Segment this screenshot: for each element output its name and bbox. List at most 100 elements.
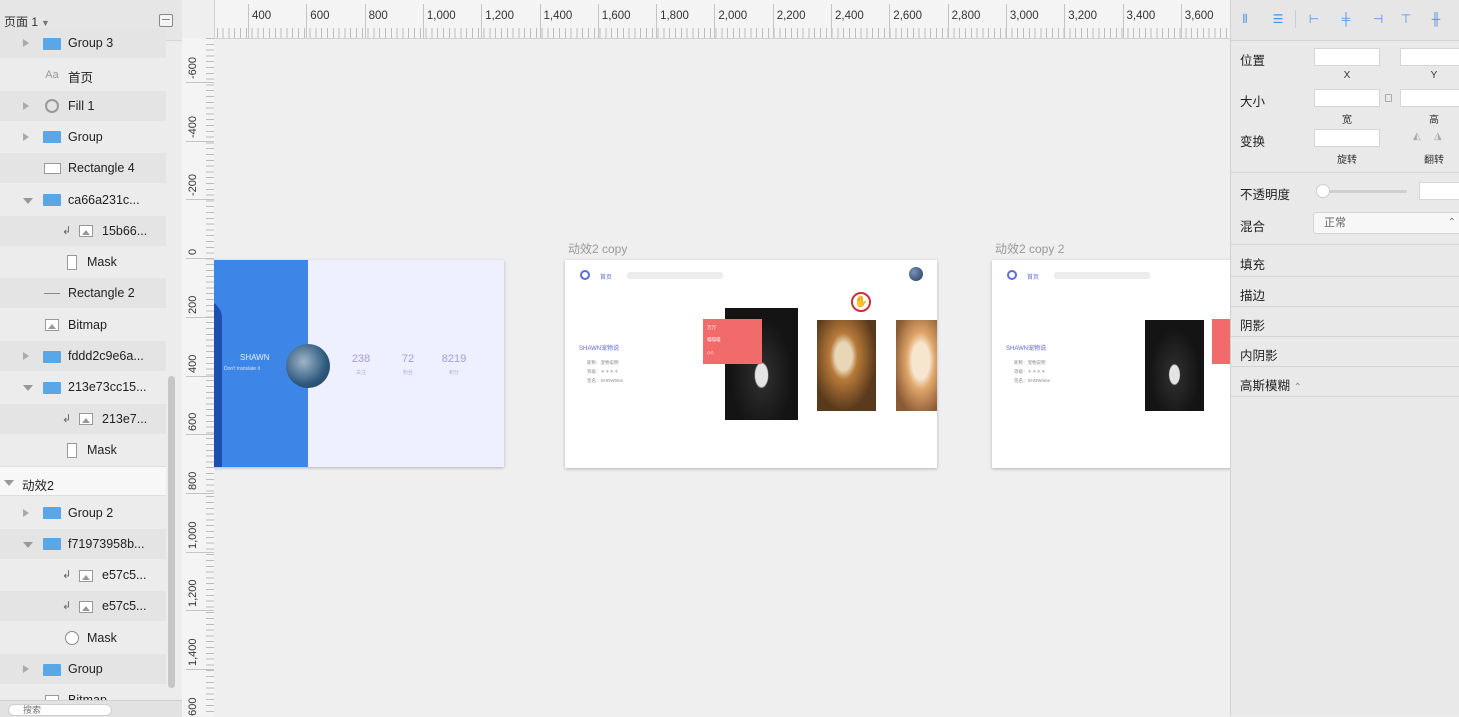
ruler-tick xyxy=(422,4,424,38)
ruler-tick xyxy=(186,669,214,670)
mask-arrow-icon: ↲ xyxy=(62,600,72,613)
artboard-copy-2[interactable]: 首页 SHAWN宠物说 昵称：宠物说明 等级：＊＊＊＊ 签名：SHOWtime xyxy=(992,260,1230,468)
rotate-field[interactable] xyxy=(1314,129,1380,147)
height-label: 高 xyxy=(1429,115,1439,126)
layer-item[interactable]: Rectangle 4 xyxy=(0,153,166,184)
disclosure-expanded-icon[interactable] xyxy=(23,197,33,204)
nav-home: 首页 xyxy=(1027,275,1040,281)
layer-item[interactable]: 213e73cc15... xyxy=(0,372,166,402)
nav-home: 首页 xyxy=(600,275,613,281)
position-label: 位置 xyxy=(1240,54,1266,68)
artboard-title[interactable]: 动效2 copy 2 xyxy=(995,240,1064,257)
layer-name: fddd2c9e6a... xyxy=(68,349,144,363)
ruler-label: 1,000 xyxy=(426,10,456,22)
divider xyxy=(1231,366,1459,367)
layer-item[interactable]: ↲ e57c5... xyxy=(0,591,166,622)
layer-item[interactable]: Aa 首页 xyxy=(0,59,166,89)
distribute-horizontal-icon[interactable]: ⫴ xyxy=(1238,12,1252,26)
opacity-slider-knob[interactable] xyxy=(1316,184,1330,198)
layer-name: f71973958b... xyxy=(68,536,145,551)
ruler-tick xyxy=(947,4,949,38)
disclosure-collapsed-icon[interactable] xyxy=(23,508,29,517)
disclosure-collapsed-icon[interactable] xyxy=(23,352,29,360)
align-left-icon[interactable]: ⊢ xyxy=(1307,12,1321,26)
layer-item[interactable]: Mask xyxy=(0,623,166,653)
y-label: Y xyxy=(1430,70,1438,81)
opacity-slider[interactable] xyxy=(1323,190,1407,193)
disclosure-collapsed-icon[interactable] xyxy=(23,665,29,673)
layer-item[interactable]: f71973958b... xyxy=(0,528,166,559)
folder-icon xyxy=(42,36,62,51)
blur-section[interactable]: 高斯模糊 ⌃ xyxy=(1240,375,1302,394)
info-line: 签名：SHOWtime xyxy=(1014,378,1050,383)
border-section[interactable]: 描边 xyxy=(1240,285,1265,304)
lock-icon[interactable] xyxy=(1385,94,1392,102)
layer-item[interactable]: Group xyxy=(0,122,166,152)
width-field[interactable] xyxy=(1314,89,1380,107)
inner-shadow-section[interactable]: 内阴影 xyxy=(1240,345,1278,364)
align-center-icon[interactable]: ╪ xyxy=(1339,12,1353,26)
align-right-icon[interactable]: ⊣ xyxy=(1371,12,1385,26)
divider xyxy=(1231,172,1459,173)
mask-arrow-icon: ↲ xyxy=(62,569,72,582)
layer-item[interactable]: ca66a231c... xyxy=(0,185,166,215)
blur-label: 高斯模糊 xyxy=(1240,379,1291,393)
ruler-tick xyxy=(1122,4,1124,38)
fill-section[interactable]: 填充 xyxy=(1240,254,1265,273)
layer-item[interactable]: Mask xyxy=(0,435,166,465)
align-top-icon[interactable]: ⊤ xyxy=(1399,12,1413,26)
layer-name: Fill 1 xyxy=(68,98,95,113)
disclosure-expanded-icon[interactable] xyxy=(23,541,33,548)
layer-item[interactable]: ↲ 213e7... xyxy=(0,403,166,434)
layer-item[interactable]: ↲ 15b66... xyxy=(0,215,166,246)
design-canvas[interactable]: SHAWN Don't translate it 238 关注 72 粉丝 82… xyxy=(214,39,1230,716)
disclosure-expanded-icon[interactable] xyxy=(23,385,33,392)
layer-list-scrollbar[interactable] xyxy=(168,376,175,688)
blend-mode-select[interactable]: 正常 ⌃ xyxy=(1313,212,1459,234)
layer-name: ca66a231c... xyxy=(68,192,140,207)
artboard-copy[interactable]: 首页 SHAWN宠物说 昵称：宠物说明 等级：＊＊＊＊ 签名：SHOWtime … xyxy=(565,260,937,468)
divider xyxy=(1231,336,1459,337)
layer-item[interactable]: Mask xyxy=(0,247,166,277)
layer-item[interactable]: Group 3 xyxy=(0,28,166,58)
vertical-ruler[interactable]: -600 -400 -200 0 200 400 600 800 1,000 1,200 1,400… xyxy=(182,38,215,716)
collapse-panel-icon[interactable] xyxy=(159,14,173,27)
artboard-title[interactable]: 动效2 copy xyxy=(568,240,627,257)
text-icon: Aa xyxy=(45,68,59,81)
layer-item[interactable]: Bitmap xyxy=(0,310,166,340)
flip-horizontal-icon[interactable]: ◭ xyxy=(1413,131,1421,142)
layer-name: Bitmap xyxy=(68,317,107,332)
disclosure-expanded-icon[interactable] xyxy=(4,480,14,487)
shadow-section[interactable]: 阴影 xyxy=(1240,315,1265,334)
blend-mode-value: 正常 xyxy=(1324,217,1346,229)
fill-icon xyxy=(42,99,62,114)
layer-item[interactable]: Group 2 xyxy=(0,498,166,528)
disclosure-collapsed-icon[interactable] xyxy=(23,132,29,141)
opacity-field[interactable] xyxy=(1419,182,1459,200)
height-field[interactable] xyxy=(1400,89,1459,107)
disclosure-collapsed-icon[interactable] xyxy=(23,39,29,47)
layer-item[interactable]: Group xyxy=(0,654,166,684)
layer-item[interactable]: Rectangle 2 xyxy=(0,278,166,309)
ruler-tick xyxy=(306,4,308,38)
layer-item[interactable]: ↲ e57c5... xyxy=(0,560,166,590)
distribute-vertical-icon[interactable]: ☰ xyxy=(1271,12,1285,26)
chevron-updown-icon: ⌃ xyxy=(1447,217,1456,228)
cat-photo xyxy=(1145,320,1204,411)
layer-page-group[interactable]: 动效2 xyxy=(0,466,166,497)
y-field[interactable] xyxy=(1400,48,1459,66)
artboard-profile[interactable]: SHAWN Don't translate it 238 关注 72 粉丝 82… xyxy=(214,260,504,467)
x-field[interactable] xyxy=(1314,48,1380,66)
layer-item[interactable]: Fill 1 xyxy=(0,90,166,121)
disclosure-collapsed-icon[interactable] xyxy=(23,101,29,110)
flip-vertical-icon[interactable]: ◮ xyxy=(1434,131,1442,142)
align-toolbar: ⫴ ☰ ⊢ ╪ ⊣ ⊤ ╫ xyxy=(1231,0,1459,41)
layer-name: Rectangle 4 xyxy=(68,161,135,176)
layer-search-input[interactable] xyxy=(8,704,112,716)
ruler-label: -400 xyxy=(187,115,199,138)
horizontal-ruler[interactable]: 400 600 800 1,000 1,200 1,400 1,600 1,800 2,000 2… xyxy=(182,0,1230,39)
layer-item[interactable]: fddd2c9e6a... xyxy=(0,341,166,371)
ruler-tick xyxy=(1064,4,1066,38)
align-middle-icon[interactable]: ╫ xyxy=(1429,12,1443,26)
ruler-label: 1,200 xyxy=(485,10,514,22)
